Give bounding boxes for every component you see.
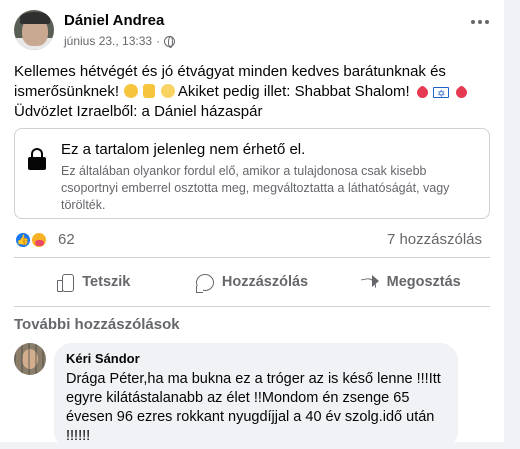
divider [14, 306, 490, 307]
more-dot-icon [471, 20, 475, 24]
comment-author[interactable]: Kéri Sándor [66, 351, 446, 367]
post-actions: Tetszik Hozzászólás Megosztás [14, 264, 490, 300]
thumbs-up-icon [56, 273, 75, 292]
comment-button[interactable]: Hozzászólás [173, 264, 332, 300]
post-meta: június 23., 13:33 · [64, 34, 176, 48]
globe-icon[interactable] [164, 35, 176, 48]
meta-separator: · [156, 34, 161, 48]
unavailable-description: Ez általában olyankor fordul elő, amikor… [61, 164, 450, 212]
post-text-line-2: ismerősünknek! [14, 83, 120, 100]
post-card: Dániel Andrea június 23., 13:33 · Kellem… [0, 0, 504, 449]
like-icon: 👍 [14, 231, 32, 249]
post-header: Dániel Andrea június 23., 13:33 · [14, 10, 494, 54]
heart-icon [453, 84, 470, 101]
thumbs-up-icon [143, 84, 156, 98]
unavailable-content-box: Ez a tartalom jelenleg nem érhető el. Ez… [14, 128, 490, 219]
like-button[interactable]: Tetszik [14, 264, 173, 300]
post-text-line-3: Akiket pedig illet: Shabbat Shalom! [177, 83, 410, 100]
post-text-line-4: Üdvözlet Izraelből: a Dániel házaspár [14, 103, 263, 120]
reactions-bar: 👍 62 7 hozzászólás [14, 228, 494, 252]
share-label: Megosztás [386, 274, 461, 290]
care-icon [30, 231, 48, 249]
author-avatar[interactable] [14, 10, 54, 50]
heart-icon [414, 84, 431, 101]
lock-icon [28, 148, 46, 170]
winking-face-icon [124, 84, 139, 98]
reaction-icons[interactable]: 👍 [14, 231, 54, 249]
divider [14, 257, 490, 258]
more-comments-link[interactable]: További hozzászólások [14, 316, 180, 333]
more-options-button[interactable] [468, 14, 492, 30]
comment-bubble: Kéri Sándor Drága Péter,ha ma bukna ez a… [54, 343, 458, 449]
post-timestamp[interactable]: június 23., 13:33 [64, 34, 152, 48]
post-text-line-1: Kellemes hétvégét és jó étvágyat minden … [14, 63, 446, 80]
author-name[interactable]: Dániel Andrea [64, 12, 164, 29]
unavailable-title: Ez a tartalom jelenleg nem érhető el. [61, 141, 306, 158]
comment-count[interactable]: 7 hozzászólás [387, 231, 482, 248]
post-text: Kellemes hétvégét és jó étvágyat minden … [14, 62, 490, 122]
israel-flag-icon [433, 85, 450, 105]
like-label: Tetszik [82, 274, 131, 290]
share-arrow-icon [361, 275, 379, 289]
reaction-count[interactable]: 62 [58, 231, 75, 248]
commenter-avatar[interactable] [14, 343, 46, 375]
share-button[interactable]: Megosztás [331, 264, 490, 300]
comment-text: Drága Péter,ha ma bukna ez a tróger az i… [66, 371, 441, 444]
smiling-face-icon [160, 84, 175, 98]
comment-bubble-icon [195, 273, 214, 293]
comment-label: Hozzászólás [221, 274, 309, 290]
